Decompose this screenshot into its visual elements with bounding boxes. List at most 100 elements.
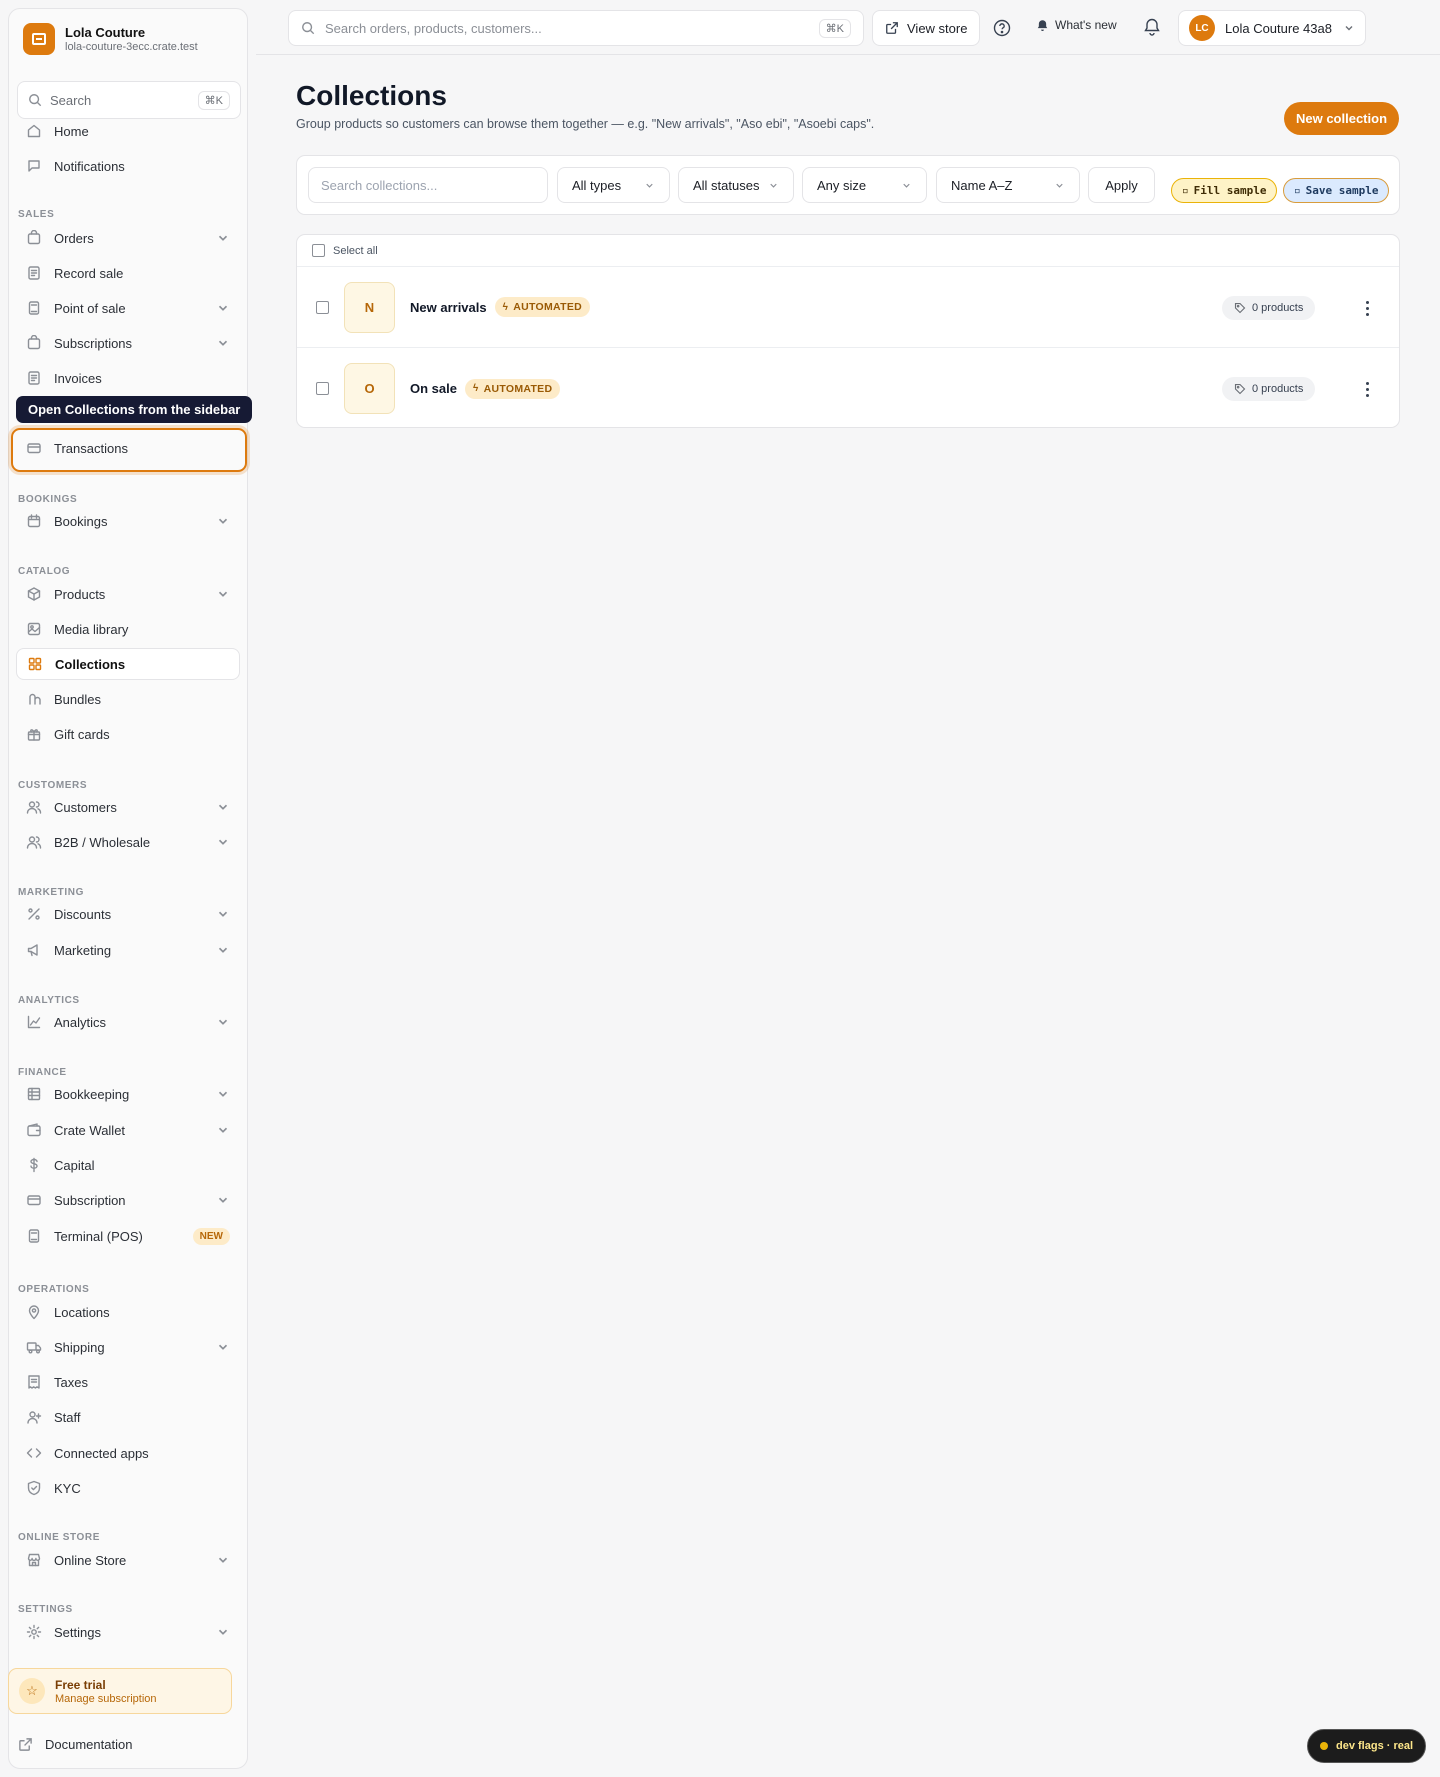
sidebar-item-subscriptions[interactable]: Subscriptions	[16, 327, 240, 359]
product-count-badge: 0 products	[1222, 296, 1316, 320]
apply-filters-button[interactable]: Apply	[1088, 167, 1155, 203]
grid-icon	[27, 656, 43, 672]
sidebar-item-media-library[interactable]: Media library	[16, 613, 240, 645]
chevron-down-icon	[218, 1127, 228, 1133]
new-badge: NEW	[192, 1227, 230, 1245]
sidebar-item-gift-cards[interactable]: Gift cards	[16, 718, 240, 750]
search-icon	[29, 94, 42, 107]
store-logo-icon	[23, 23, 55, 55]
sidebar-item-subscription[interactable]: Subscription	[16, 1184, 240, 1216]
sidebar-item-terminal-pos[interactable]: Terminal (POS) NEW	[16, 1220, 240, 1252]
account-name: Lola Couture 43a8	[1225, 20, 1332, 36]
sidebar-item-staff[interactable]: Staff	[16, 1401, 240, 1433]
chevron-down-icon	[218, 235, 228, 241]
sidebar-item-point-of-sale[interactable]: Point of sale	[16, 292, 240, 324]
fill-sample-button[interactable]: ▫ Fill sample	[1171, 178, 1278, 203]
sidebar-item-products[interactable]: Products	[16, 578, 240, 610]
sidebar-item-discounts[interactable]: Discounts	[16, 898, 240, 930]
store-url: lola-couture-3ecc.crate.test	[65, 41, 198, 53]
collection-name[interactable]: New arrivals	[410, 300, 487, 315]
map-pin-icon	[26, 1304, 42, 1320]
collection-name[interactable]: On sale	[410, 381, 457, 396]
sidebar-item-label: Invoices	[54, 370, 102, 386]
shopping-bag-icon	[26, 335, 42, 351]
sidebar-item-label: KYC	[54, 1480, 81, 1496]
select-all-label: Select all	[333, 244, 378, 257]
chevron-down-icon	[646, 183, 653, 188]
terminal-icon	[26, 1228, 42, 1244]
sidebar-item-connected-apps[interactable]: Connected apps	[16, 1437, 240, 1469]
sidebar-item-online-store[interactable]: Online Store	[16, 1544, 240, 1576]
gift-icon	[26, 726, 42, 742]
size-filter-select[interactable]: Any size	[802, 167, 927, 203]
whats-new-button[interactable]: What's new	[1036, 18, 1117, 32]
sidebar-item-b2b-wholesale[interactable]: B2B / Wholesale	[16, 826, 240, 858]
status-filter-select[interactable]: All statuses	[678, 167, 794, 203]
storefront-icon	[26, 1552, 42, 1568]
row-actions-kebab-icon[interactable]	[1360, 377, 1374, 401]
sidebar-item-collections[interactable]: Collections	[16, 648, 240, 680]
sidebar-item-label: Gift cards	[54, 726, 110, 742]
sidebar-item-analytics[interactable]: Analytics	[16, 1006, 240, 1038]
sidebar-item-label: Shipping	[54, 1339, 105, 1355]
sidebar-item-home[interactable]: Home	[16, 115, 240, 147]
table-row[interactable]: O On sale ϟ AUTOMATED 0 products	[297, 348, 1399, 427]
dollar-icon	[26, 1157, 42, 1173]
sidebar-item-record-sale[interactable]: Record sale	[16, 257, 240, 289]
sidebar-item-customers[interactable]: Customers	[16, 791, 240, 823]
automated-badge: ϟ AUTOMATED	[464, 378, 561, 399]
sidebar-item-orders[interactable]: Orders	[16, 222, 240, 254]
sidebar-item-bookings[interactable]: Bookings	[16, 505, 240, 537]
sidebar-item-notifications[interactable]: Notifications	[16, 150, 240, 182]
sidebar-search[interactable]: Search ⌘K	[17, 81, 241, 119]
sidebar-item-bookkeeping[interactable]: Bookkeeping	[16, 1078, 240, 1110]
gear-icon	[26, 1624, 42, 1640]
sort-select[interactable]: Name A–Z	[936, 167, 1080, 203]
sidebar-item-label: Capital	[54, 1157, 95, 1173]
row-actions-kebab-icon[interactable]	[1360, 296, 1374, 320]
sidebar-item-label: Point of sale	[54, 300, 126, 316]
save-sample-button[interactable]: ▫ Save sample	[1283, 178, 1390, 203]
sidebar-item-label: Settings	[54, 1624, 101, 1640]
help-icon[interactable]	[992, 18, 1012, 38]
sidebar-item-label: Online Store	[54, 1552, 127, 1568]
sidebar-item-label: Record sale	[54, 265, 124, 281]
free-trial-card[interactable]: ☆ Free trial Manage subscription	[8, 1668, 232, 1714]
dev-flags-label: dev flags · real	[1336, 1740, 1414, 1752]
select-all-checkbox[interactable]	[312, 244, 325, 257]
manage-subscription-link[interactable]: Manage subscription	[55, 1693, 157, 1705]
sidebar-item-settings[interactable]: Settings	[16, 1616, 240, 1648]
sidebar-item-label: Bookings	[54, 513, 108, 529]
section-label-sales: SALES	[18, 209, 55, 220]
sidebar-item-marketing[interactable]: Marketing	[16, 934, 240, 966]
external-link-icon	[886, 22, 898, 34]
brand[interactable]: Lola Couture lola-couture-3ecc.crate.tes…	[23, 23, 198, 55]
sidebar-item-crate-wallet[interactable]: Crate Wallet	[16, 1114, 240, 1146]
row-checkbox[interactable]	[316, 382, 329, 395]
chevron-down-icon	[218, 1019, 228, 1025]
global-search-input[interactable]: Search orders, products, customers... ⌘K	[288, 10, 864, 46]
chevron-down-icon	[218, 1344, 228, 1350]
bolt-icon: ϟ	[502, 301, 509, 313]
collection-search-input[interactable]: Search collections...	[308, 167, 548, 203]
sidebar-item-kyc[interactable]: KYC	[16, 1472, 240, 1504]
sidebar-item-capital[interactable]: Capital	[16, 1149, 240, 1181]
sidebar-item-invoices[interactable]: Invoices	[16, 362, 240, 394]
sidebar-item-taxes[interactable]: Taxes	[16, 1366, 240, 1398]
new-collection-button[interactable]: New collection	[1284, 102, 1399, 135]
documentation-link[interactable]: Documentation	[8, 1730, 142, 1758]
credit-card-icon	[26, 1192, 42, 1208]
type-filter-select[interactable]: All types	[557, 167, 670, 203]
truck-icon	[26, 1339, 42, 1355]
account-menu[interactable]: LC Lola Couture 43a8	[1178, 10, 1366, 46]
dev-flags-badge[interactable]: dev flags · real	[1307, 1729, 1427, 1763]
table-row[interactable]: N New arrivals ϟ AUTOMATED 0 products	[297, 267, 1399, 348]
sidebar-item-shipping[interactable]: Shipping	[16, 1331, 240, 1363]
section-label-online-store: ONLINE STORE	[18, 1532, 101, 1543]
row-checkbox[interactable]	[316, 300, 329, 314]
sort-value: Name A–Z	[951, 177, 1013, 193]
sidebar-item-locations[interactable]: Locations	[16, 1296, 240, 1328]
notifications-bell-icon[interactable]	[1142, 17, 1162, 37]
view-store-button[interactable]: View store	[872, 10, 981, 46]
sidebar-item-bundles[interactable]: Bundles	[16, 683, 240, 715]
